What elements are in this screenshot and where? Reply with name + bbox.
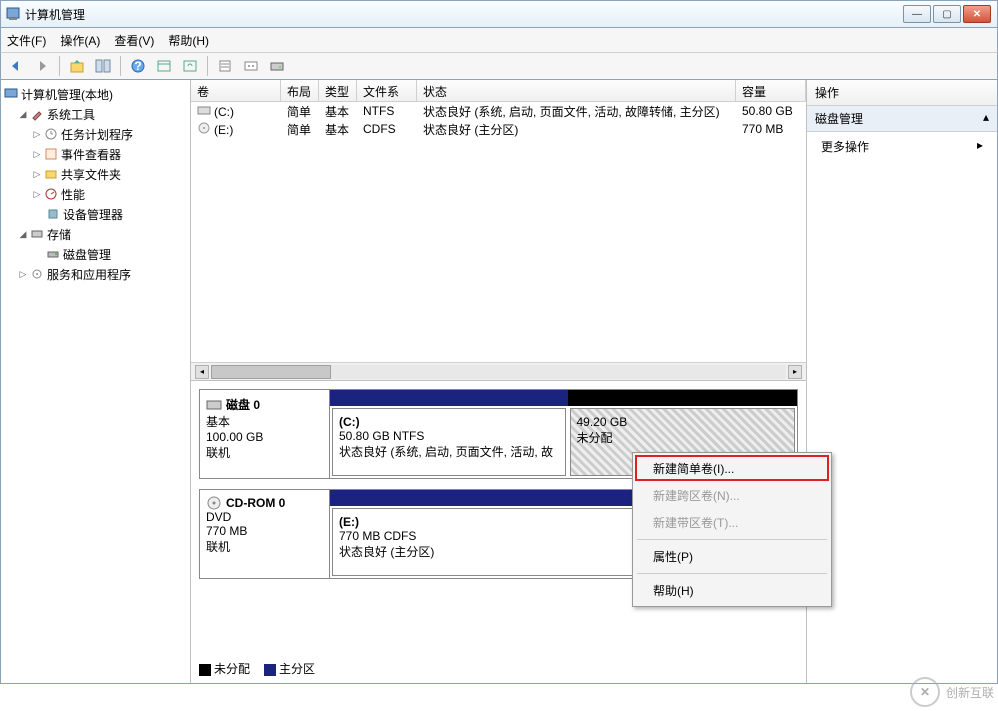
refresh-icon[interactable] bbox=[179, 55, 201, 77]
partition-c[interactable]: (C:) 50.80 GB NTFS 状态良好 (系统, 启动, 页面文件, 活… bbox=[332, 408, 566, 476]
maximize-button[interactable]: ▢ bbox=[933, 5, 961, 23]
collapse-icon[interactable]: ◢ bbox=[17, 109, 29, 120]
tree-performance[interactable]: ▷ 性能 bbox=[3, 184, 188, 204]
close-button[interactable]: ✕ bbox=[963, 5, 991, 23]
tools-icon bbox=[29, 106, 45, 122]
legend-primary-swatch bbox=[264, 664, 276, 676]
cd-icon bbox=[197, 122, 211, 134]
menu-separator bbox=[637, 539, 827, 540]
volume-list: (C:) 简单 基本 NTFS 状态良好 (系统, 启动, 页面文件, 活动, … bbox=[191, 102, 806, 362]
tree-system-tools[interactable]: ◢ 系统工具 bbox=[3, 104, 188, 124]
disk-icon[interactable] bbox=[266, 55, 288, 77]
menu-new-striped-volume: 新建带区卷(T)... bbox=[635, 509, 829, 536]
horizontal-scrollbar[interactable]: ◂ ▸ bbox=[191, 362, 806, 380]
tree-shared-folders[interactable]: ▷ 共享文件夹 bbox=[3, 164, 188, 184]
hdd-icon bbox=[206, 398, 222, 412]
tree-services[interactable]: ▷ 服务和应用程序 bbox=[3, 264, 188, 284]
volume-row[interactable]: (C:) 简单 基本 NTFS 状态良好 (系统, 启动, 页面文件, 活动, … bbox=[191, 102, 806, 120]
menu-bar: 文件(F) 操作(A) 查看(V) 帮助(H) bbox=[0, 28, 998, 52]
menu-properties[interactable]: 属性(P) bbox=[635, 543, 829, 570]
tree-event-viewer[interactable]: ▷ 事件查看器 bbox=[3, 144, 188, 164]
context-menu: 新建简单卷(I)... 新建跨区卷(N)... 新建带区卷(T)... 属性(P… bbox=[632, 452, 832, 607]
menu-file[interactable]: 文件(F) bbox=[7, 32, 46, 49]
menu-help[interactable]: 帮助(H) bbox=[635, 577, 829, 604]
window-title: 计算机管理 bbox=[25, 6, 903, 23]
col-volume[interactable]: 卷 bbox=[191, 80, 281, 101]
up-button[interactable] bbox=[66, 55, 88, 77]
expand-icon[interactable]: ▷ bbox=[31, 169, 43, 180]
col-status[interactable]: 状态 bbox=[417, 80, 736, 101]
menu-separator bbox=[637, 573, 827, 574]
expand-icon[interactable]: ▷ bbox=[31, 129, 43, 140]
drive-icon bbox=[197, 104, 211, 116]
clock-icon bbox=[43, 126, 59, 142]
cdrom-icon bbox=[206, 496, 222, 510]
help-icon[interactable]: ? bbox=[127, 55, 149, 77]
highlight-box bbox=[635, 455, 829, 481]
menu-new-spanned-volume: 新建跨区卷(N)... bbox=[635, 482, 829, 509]
cdrom-info: CD-ROM 0 DVD 770 MB 联机 bbox=[200, 490, 330, 578]
scroll-thumb[interactable] bbox=[211, 365, 331, 379]
minimize-button[interactable]: — bbox=[903, 5, 931, 23]
expand-icon[interactable]: ▷ bbox=[31, 149, 43, 160]
watermark: ✕ 创新互联 bbox=[910, 677, 994, 707]
tree-root[interactable]: 计算机管理(本地) bbox=[3, 84, 188, 104]
toolbar: ? bbox=[0, 52, 998, 80]
perf-icon bbox=[43, 186, 59, 202]
menu-action[interactable]: 操作(A) bbox=[60, 32, 100, 49]
actions-header: 操作 bbox=[807, 80, 997, 106]
view-icon[interactable] bbox=[153, 55, 175, 77]
svg-text:?: ? bbox=[134, 59, 141, 73]
tree-device-manager[interactable]: 设备管理器 bbox=[3, 204, 188, 224]
menu-help[interactable]: 帮助(H) bbox=[168, 32, 209, 49]
legend-unalloc-swatch bbox=[199, 664, 211, 676]
col-fs[interactable]: 文件系统 bbox=[357, 80, 417, 101]
menu-view[interactable]: 查看(V) bbox=[114, 32, 154, 49]
expand-icon[interactable]: ▷ bbox=[31, 189, 43, 200]
settings-icon[interactable] bbox=[240, 55, 262, 77]
col-capacity[interactable]: 容量 bbox=[736, 80, 806, 101]
watermark-logo: ✕ bbox=[910, 677, 940, 707]
event-icon bbox=[43, 146, 59, 162]
expand-icon[interactable]: ▷ bbox=[17, 269, 29, 280]
disk-info: 磁盘 0 基本 100.00 GB 联机 bbox=[200, 390, 330, 478]
computer-icon bbox=[3, 86, 19, 102]
submenu-arrow-icon: ▸ bbox=[977, 138, 983, 155]
legend: 未分配 主分区 bbox=[199, 660, 315, 677]
list-icon[interactable] bbox=[214, 55, 236, 77]
volume-row[interactable]: (E:) 简单 基本 CDFS 状态良好 (主分区) 770 MB bbox=[191, 120, 806, 138]
app-icon bbox=[5, 6, 21, 22]
tree-task-scheduler[interactable]: ▷ 任务计划程序 bbox=[3, 124, 188, 144]
collapse-icon[interactable]: ◢ bbox=[17, 229, 29, 240]
title-bar: 计算机管理 — ▢ ✕ bbox=[0, 0, 998, 28]
folder-share-icon bbox=[43, 166, 59, 182]
back-button[interactable] bbox=[5, 55, 27, 77]
col-layout[interactable]: 布局 bbox=[281, 80, 319, 101]
col-type[interactable]: 类型 bbox=[319, 80, 357, 101]
show-hide-button[interactable] bbox=[92, 55, 114, 77]
navigation-tree: 计算机管理(本地) ◢ 系统工具 ▷ 任务计划程序 ▷ 事件查看器 ▷ 共享文件… bbox=[1, 80, 191, 683]
scroll-left-icon[interactable]: ◂ bbox=[195, 365, 209, 379]
actions-pane: 操作 磁盘管理 ▴ 更多操作 ▸ bbox=[807, 80, 997, 683]
actions-section[interactable]: 磁盘管理 ▴ bbox=[807, 106, 997, 132]
services-icon bbox=[29, 266, 45, 282]
storage-icon bbox=[29, 226, 45, 242]
actions-more[interactable]: 更多操作 ▸ bbox=[807, 132, 997, 161]
tree-disk-management[interactable]: 磁盘管理 bbox=[3, 244, 188, 264]
collapse-arrow-icon: ▴ bbox=[983, 110, 989, 127]
disk-mgmt-icon bbox=[45, 246, 61, 262]
volume-list-header: 卷 布局 类型 文件系统 状态 容量 bbox=[191, 80, 806, 102]
forward-button[interactable] bbox=[31, 55, 53, 77]
device-icon bbox=[45, 206, 61, 222]
tree-storage[interactable]: ◢ 存储 bbox=[3, 224, 188, 244]
scroll-right-icon[interactable]: ▸ bbox=[788, 365, 802, 379]
